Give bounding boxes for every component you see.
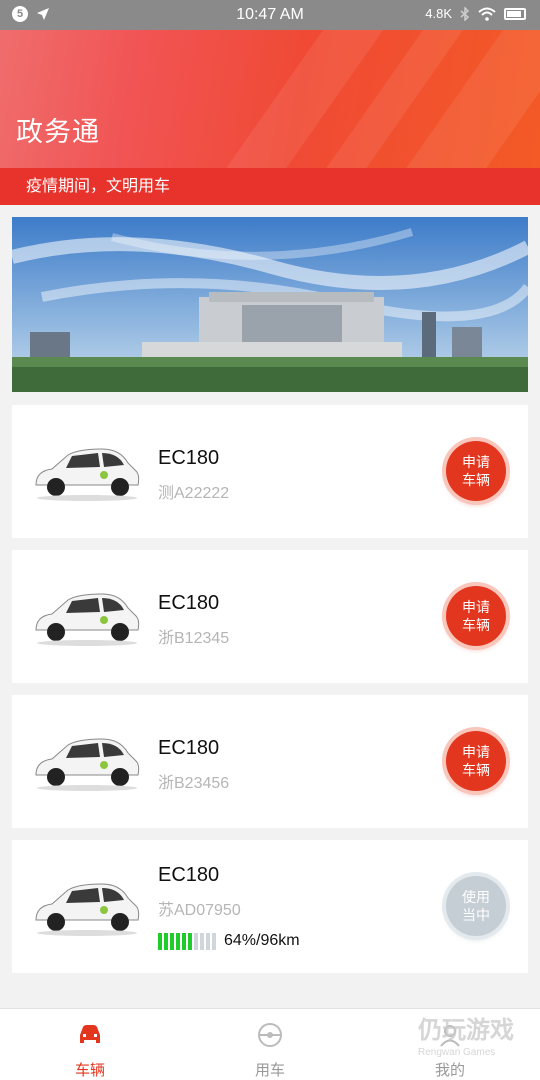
battery-segment xyxy=(194,932,198,950)
nav-label: 用车 xyxy=(254,1062,285,1079)
status-bar: 5 10:47 AM 4.8K xyxy=(0,0,540,30)
battery-level: 64%/96km xyxy=(158,932,300,950)
car-model: EC180 xyxy=(158,592,220,614)
vehicle-card[interactable]: EC180 浙B23456 申请车辆 xyxy=(12,695,528,828)
car-model: EC180 xyxy=(158,447,220,469)
car-image xyxy=(35,738,140,791)
government-building-banner xyxy=(12,217,528,392)
license-plate: 浙B23456 xyxy=(158,775,230,792)
vehicle-card[interactable]: EC180 浙B12345 申请车辆 xyxy=(12,550,528,683)
in-use-button[interactable]: 使用 当中 xyxy=(446,876,506,936)
battery-segment xyxy=(158,932,162,950)
button-label-line1: 申请 xyxy=(462,454,490,470)
apply-vehicle-button[interactable]: 申请 车辆 xyxy=(446,441,506,501)
license-plate: 浙B12345 xyxy=(158,630,230,647)
button-label-line2: 车辆 xyxy=(462,762,490,778)
battery-segment xyxy=(182,932,186,950)
button-label-line2: 当中 xyxy=(462,907,490,923)
battery-segment xyxy=(164,932,168,950)
network-speed: 4.8K xyxy=(425,6,452,21)
battery-segment xyxy=(200,932,204,950)
car-icon xyxy=(80,1025,100,1043)
button-label-line1: 申请 xyxy=(462,599,490,615)
app-header: 政务通 xyxy=(0,30,540,168)
nav-label: 车辆 xyxy=(74,1062,105,1079)
battery-segment xyxy=(212,932,216,950)
battery-icon xyxy=(504,7,526,20)
vehicle-card[interactable]: EC180 苏AD07950 64%/96km 使用当中 xyxy=(12,840,528,973)
button-label-line2: 车辆 xyxy=(462,472,490,488)
apply-vehicle-button[interactable]: 申请 车辆 xyxy=(446,731,506,791)
nav-label: 我的 xyxy=(434,1062,465,1079)
nav-tab-vehicles[interactable]: 车辆 xyxy=(30,1017,150,1080)
button-label-line1: 申请 xyxy=(462,744,490,760)
steering-wheel-icon xyxy=(258,1023,282,1047)
license-plate: 苏AD07950 xyxy=(158,902,241,919)
battery-segment xyxy=(176,932,180,950)
battery-segment xyxy=(206,932,210,950)
bluetooth-icon xyxy=(460,6,470,21)
battery-segment xyxy=(170,932,174,950)
wifi-icon xyxy=(478,7,496,21)
button-label-line2: 车辆 xyxy=(462,617,490,633)
watermark-logo: 仍玩游戏 Rengwan Games xyxy=(418,1017,514,1058)
nav-tab-use-car[interactable]: 用车 xyxy=(210,1017,330,1080)
battery-bars xyxy=(158,932,216,950)
slogan-banner: 疫情期间，文明用车 xyxy=(0,168,540,205)
car-image xyxy=(35,883,140,936)
apply-vehicle-button[interactable]: 申请 车辆 xyxy=(446,586,506,646)
car-image xyxy=(35,448,140,501)
battery-range-text: 64%/96km xyxy=(224,932,300,949)
car-model: EC180 xyxy=(158,864,220,886)
button-label-line1: 使用 xyxy=(462,889,490,905)
app-title: 政务通 xyxy=(16,117,100,147)
vehicle-card[interactable]: EC180 测A22222 申请车辆 xyxy=(12,405,528,538)
license-plate: 测A22222 xyxy=(158,485,230,502)
car-model: EC180 xyxy=(158,737,220,759)
battery-segment xyxy=(188,932,192,950)
car-image xyxy=(35,593,140,646)
